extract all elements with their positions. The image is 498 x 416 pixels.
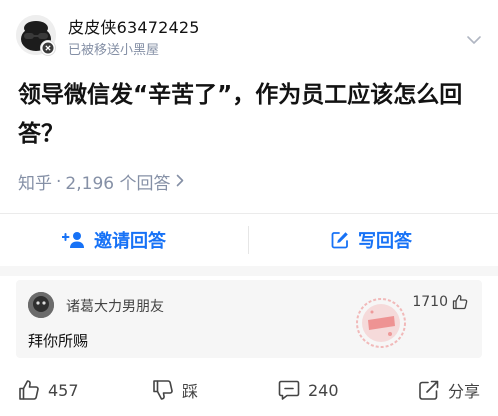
blocked-badge-icon	[40, 40, 56, 56]
vertical-divider	[248, 226, 249, 254]
share-label: 分享	[448, 382, 481, 401]
author-name[interactable]: 皮皮侠63472425	[68, 14, 200, 38]
like-count: 457	[48, 380, 79, 400]
edit-icon	[331, 232, 348, 249]
invite-answer-button[interactable]: 邀请回答	[62, 214, 166, 266]
comment-text: 拜你所赐	[28, 332, 89, 350]
commenter-name[interactable]: 诸葛大力男朋友	[66, 296, 164, 316]
section-gap	[0, 266, 498, 276]
share-button[interactable]: 分享	[418, 370, 480, 410]
author-header: 皮皮侠63472425 已被移送小黑屋	[0, 0, 498, 62]
thumb-up-icon	[452, 294, 468, 310]
bottom-action-bar: 457 踩 240 分享	[0, 370, 498, 410]
write-answer-button[interactable]: 写回答	[330, 214, 412, 266]
chevron-down-icon[interactable]	[466, 30, 482, 49]
hot-review-stamp-icon	[354, 296, 408, 350]
answer-count: 2,196 个回答	[65, 174, 171, 194]
question-title[interactable]: 领导微信发“辛苦了”，作为员工应该怎么回答？	[18, 76, 480, 154]
question-meta[interactable]: 知乎 · 2,196 个回答	[18, 169, 184, 194]
meta-dot: ·	[56, 171, 62, 192]
thumb-down-icon	[153, 380, 173, 400]
question-actions: 邀请回答 写回答	[0, 214, 498, 266]
share-icon	[419, 380, 439, 400]
thumb-up-icon	[19, 380, 39, 400]
author-status: 已被移送小黑屋	[68, 43, 160, 58]
invite-answer-label: 邀请回答	[94, 231, 166, 252]
commenter-avatar[interactable]	[28, 292, 54, 318]
dislike-label: 踩	[182, 382, 199, 401]
chevron-right-icon	[176, 172, 184, 192]
invite-person-icon	[62, 232, 84, 248]
dislike-button[interactable]: 踩	[152, 370, 198, 410]
comment-count: 240	[308, 380, 339, 400]
comment-like-button[interactable]: 1710	[412, 294, 468, 310]
source-label: 知乎	[18, 174, 52, 194]
comment-card[interactable]: 诸葛大力男朋友 拜你所赐 1710	[16, 280, 482, 358]
write-answer-label: 写回答	[358, 231, 412, 252]
like-button[interactable]: 457	[18, 370, 79, 410]
comment-icon	[278, 380, 300, 400]
comment-button[interactable]: 240	[278, 370, 339, 410]
comment-like-count: 1710	[412, 294, 448, 310]
